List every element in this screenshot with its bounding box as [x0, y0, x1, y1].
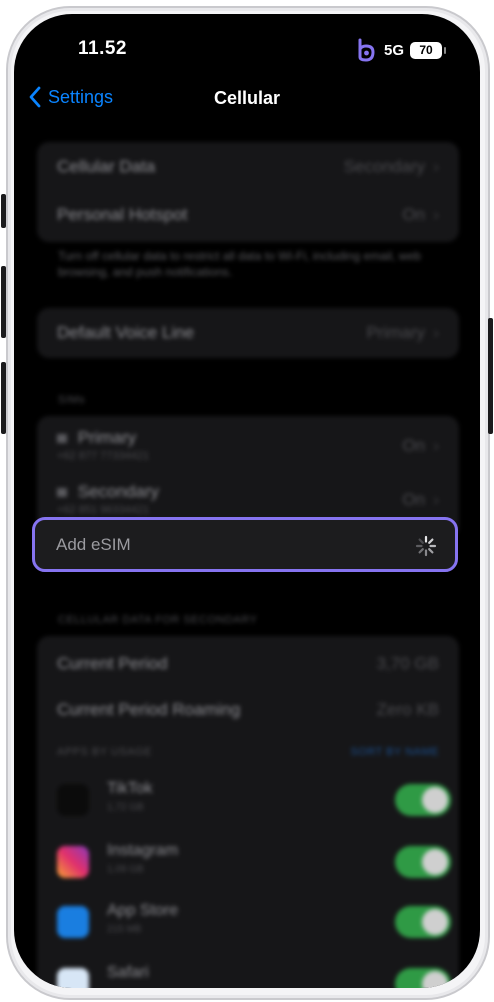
- app-name: Instagram: [107, 842, 179, 859]
- b-shaped-app-icon: [358, 38, 375, 62]
- sims-header: SIMs: [58, 394, 86, 406]
- row-value: Secondary: [343, 157, 425, 176]
- default-voice-line-row[interactable]: Default Voice Line Primary ›: [57, 323, 439, 343]
- sim-row-primary[interactable]: Primary On › +62 877 77334421: [57, 428, 439, 462]
- instagram-toggle[interactable]: [395, 846, 451, 878]
- chevron-right-icon: ›: [433, 157, 439, 176]
- voice-line-group: Default Voice Line Primary ›: [37, 308, 459, 358]
- sim-card-icon: [57, 488, 67, 497]
- power-button: [488, 318, 493, 434]
- page-title: Cellular: [213, 88, 281, 108]
- add-esim-label: Add eSIM: [56, 535, 131, 554]
- app-store-app-icon: [57, 906, 89, 938]
- sim-row-secondary[interactable]: Secondary On › +62 851 96334421: [57, 482, 439, 516]
- status-bar: 11.52 5G 70: [14, 34, 480, 64]
- data-usage-header: CELLULAR DATA FOR SECONDARY: [58, 614, 258, 626]
- row-value: On: [402, 490, 425, 509]
- data-usage-group: Current Period 3,70 GB Current Period Ro…: [37, 636, 459, 988]
- status-time: 11.52: [78, 38, 127, 59]
- app-name: App Store: [107, 902, 179, 919]
- tiktok-app-icon: [57, 784, 89, 816]
- network-type: 5G: [383, 41, 404, 59]
- add-esim-button[interactable]: Add eSIM: [32, 517, 458, 572]
- row-value: On: [402, 436, 425, 455]
- chevron-right-icon: ›: [433, 205, 439, 224]
- app-size: 1,09 GB: [107, 864, 144, 875]
- row-label: Secondary: [77, 482, 160, 501]
- instagram-app-icon: [57, 846, 89, 878]
- current-period-row: Current Period 3,70 GB: [57, 654, 439, 674]
- tiktok-toggle[interactable]: [395, 784, 451, 816]
- sim-number: +62 877 77334421: [57, 450, 150, 462]
- app-name: Safari: [107, 964, 149, 981]
- safari-app-icon: [57, 968, 89, 988]
- battery-icon: 70: [410, 41, 446, 59]
- action-button: [1, 194, 6, 228]
- row-value: 3,70 GB: [376, 654, 439, 673]
- apps-by-usage-header: APPS BY USAGE: [57, 746, 152, 758]
- loading-spinner-icon: [415, 535, 437, 557]
- app-name: TikTok: [107, 780, 153, 797]
- sim-number: +62 851 96334421: [57, 504, 150, 516]
- app-store-toggle[interactable]: [395, 906, 451, 938]
- volume-down-button: [1, 362, 6, 434]
- row-value: Primary: [366, 323, 425, 342]
- row-value: On: [402, 205, 425, 224]
- navigation-bar: Settings Cellular: [14, 86, 480, 116]
- volume-up-button: [1, 266, 6, 338]
- app-size: 1,72 GB: [107, 802, 144, 813]
- row-label: Personal Hotspot: [57, 205, 188, 224]
- row-label: Current Period: [57, 654, 168, 673]
- row-label: Default Voice Line: [57, 323, 195, 342]
- row-label: Current Period Roaming: [57, 700, 241, 719]
- current-period-roaming-row: Current Period Roaming Zero KB: [57, 700, 439, 720]
- cellular-data-footnote: Turn off cellular data to restrict all d…: [58, 249, 421, 279]
- chevron-right-icon: ›: [433, 323, 439, 342]
- row-value: Zero KB: [376, 700, 439, 719]
- row-label: Primary: [77, 428, 137, 447]
- sim-card-icon: [57, 434, 67, 443]
- row-label: Cellular Data: [57, 157, 156, 176]
- safari-toggle[interactable]: [395, 968, 451, 988]
- personal-hotspot-row[interactable]: Personal Hotspot On ›: [57, 205, 439, 225]
- cellular-data-row[interactable]: Cellular Data Secondary ›: [57, 157, 439, 177]
- screen: 11.52 5G 70 Settings Cellular Cellular D…: [14, 14, 480, 988]
- chevron-right-icon: ›: [433, 436, 439, 455]
- chevron-right-icon: ›: [433, 490, 439, 509]
- app-size: 215 MB: [107, 924, 142, 935]
- sort-by-name-button[interactable]: SORT BY NAME: [350, 746, 439, 758]
- cellular-data-group: Cellular Data Secondary › Personal Hotsp…: [37, 142, 459, 242]
